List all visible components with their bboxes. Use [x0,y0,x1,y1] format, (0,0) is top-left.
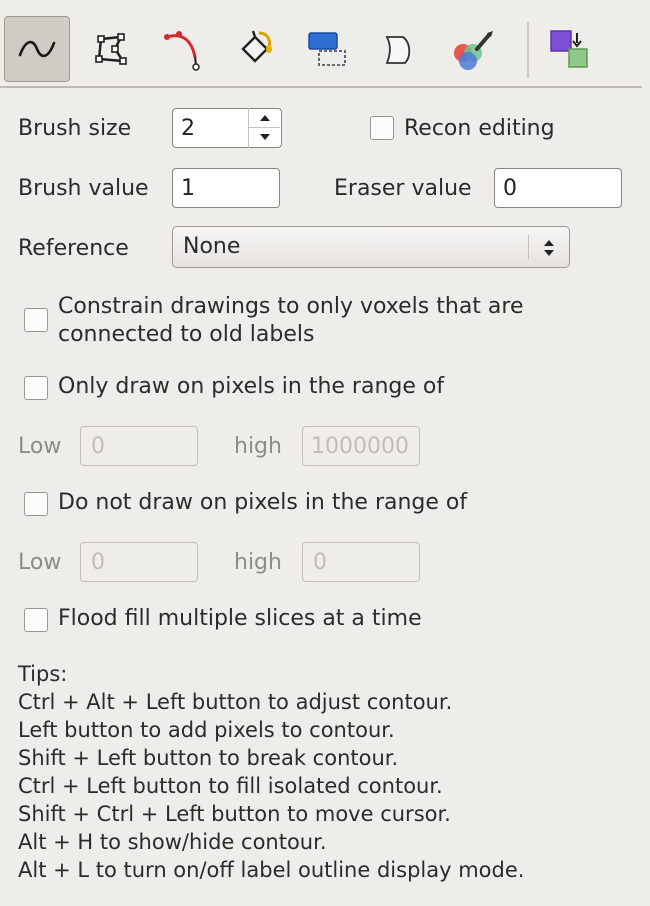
spin-up-arrow-icon[interactable] [249,108,280,128]
color-picker-tool-button[interactable] [440,16,506,82]
only-draw-range-checkbox[interactable] [24,376,48,400]
toolbar-separator [527,22,529,78]
contour-tool-button[interactable] [366,16,432,82]
spin-down-arrow-icon[interactable] [249,127,280,146]
do-not-draw-range-label: Do not draw on pixels in the range of [58,490,468,515]
livewire-icon [164,31,200,71]
recon-editing-label: Recon editing [404,116,555,141]
do-not-draw-high-input[interactable] [302,542,420,582]
livewire-tool-button[interactable] [150,16,216,82]
dropdown-separator [528,235,529,259]
recon-editing-checkbox[interactable] [370,116,394,140]
only-draw-high-label: high [234,434,282,459]
reference-label: Reference [18,236,129,261]
dropdown-updown-icon [544,240,554,256]
tip-line: Shift + Ctrl + Left button to move curso… [18,802,451,826]
tip-line: Ctrl + Left button to fill isolated cont… [18,774,443,798]
tips-title: Tips: [18,662,68,686]
contour-icon [385,36,411,64]
brush-size-spin-buttons[interactable] [248,108,280,148]
polygon-icon [95,33,127,65]
freehand-tool-button[interactable] [4,16,70,82]
constrain-label-line-2: connected to old labels [58,322,315,347]
only-draw-high-input[interactable] [302,426,420,466]
fill-tool-button[interactable] [222,16,288,82]
recolor-icon [550,30,588,68]
tip-line: Left button to add pixels to contour. [18,718,395,742]
reference-selected-value: None [183,234,241,259]
tip-line: Alt + L to turn on/off label outline dis… [18,858,525,882]
recolor-tool-button[interactable] [536,16,602,82]
only-draw-low-input[interactable] [80,426,198,466]
do-not-draw-range-checkbox[interactable] [24,492,48,516]
flood-fill-label: Flood fill multiple slices at a time [58,606,422,631]
only-draw-range-label: Only draw on pixels in the range of [58,374,445,399]
tip-line: Shift + Left button to break contour. [18,746,399,770]
color-picker-icon [454,31,493,70]
only-draw-low-label: Low [18,434,62,459]
do-not-draw-low-input[interactable] [80,542,198,582]
constrain-checkbox[interactable] [24,308,48,332]
tip-line: Ctrl + Alt + Left button to adjust conto… [18,690,453,714]
brush-value-label: Brush value [18,176,149,201]
flood-fill-checkbox[interactable] [24,608,48,632]
reference-dropdown[interactable]: None [172,226,570,268]
do-not-draw-low-label: Low [18,550,62,575]
constrain-label-line-1: Constrain drawings to only voxels that a… [58,294,524,319]
eraser-value-label: Eraser value [334,176,472,201]
fill-bucket-icon [241,30,272,63]
region-select-tool-button[interactable] [294,16,360,82]
tips-panel: Tips: Ctrl + Alt + Left button to adjust… [18,660,524,884]
eraser-value-input[interactable] [494,168,622,208]
tool-bar [0,8,642,88]
freehand-brush-icon [18,40,56,58]
tip-line: Alt + H to show/hide contour. [18,830,327,854]
brush-value-input[interactable] [172,168,280,208]
region-select-icon [308,32,346,66]
brush-size-label: Brush size [18,116,132,141]
polygon-tool-button[interactable] [78,16,144,82]
do-not-draw-high-label: high [234,550,282,575]
